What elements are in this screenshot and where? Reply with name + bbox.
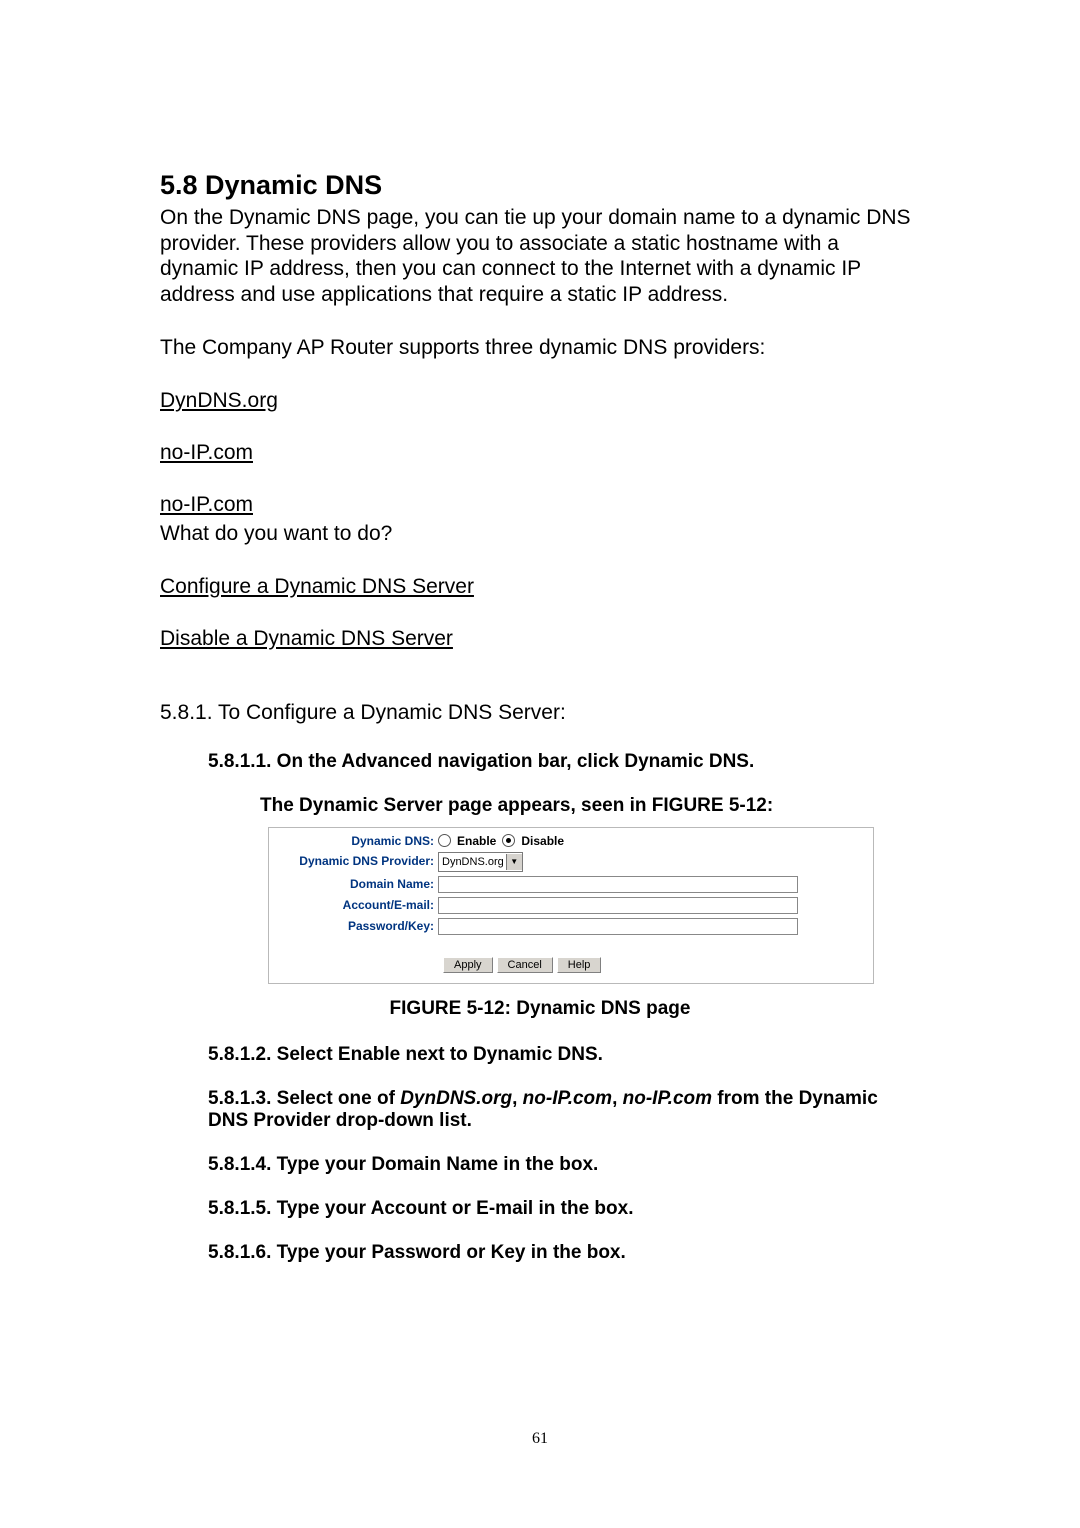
- select-provider-value: DynDNS.org: [442, 856, 506, 868]
- prompt-question: What do you want to do?: [160, 521, 920, 547]
- label-provider: Dynamic DNS Provider:: [269, 855, 438, 868]
- step-5-8-1-1-line1: 5.8.1.1. On the Advanced navigation bar,…: [160, 751, 920, 773]
- radio-enable[interactable]: [438, 834, 451, 847]
- label-domain-name: Domain Name:: [269, 877, 438, 891]
- step-5-8-1-3-i1: DynDNS.org: [400, 1088, 512, 1109]
- link-disable-ddns[interactable]: Disable a Dynamic DNS Server: [160, 627, 453, 651]
- input-account-email[interactable]: [438, 897, 798, 914]
- page-number: 61: [0, 1430, 1080, 1448]
- link-noip-1[interactable]: no-IP.com: [160, 441, 253, 465]
- help-button[interactable]: Help: [557, 957, 602, 973]
- step-5-8-1-6: 5.8.1.6. Type your Password or Key in th…: [160, 1242, 920, 1264]
- link-configure-ddns[interactable]: Configure a Dynamic DNS Server: [160, 575, 474, 599]
- label-dynamic-dns: Dynamic DNS:: [269, 834, 438, 848]
- input-domain-name[interactable]: [438, 876, 798, 893]
- cancel-button[interactable]: Cancel: [497, 957, 553, 973]
- section-heading: 5.8 Dynamic DNS: [160, 170, 920, 201]
- link-noip-2[interactable]: no-IP.com: [160, 493, 253, 517]
- figure-5-12: Dynamic DNS: Enable Disable Dynamic DNS …: [268, 827, 874, 984]
- chevron-down-icon: ▼: [506, 854, 522, 870]
- step-5-8-1-3-i3: no-IP.com: [623, 1088, 712, 1109]
- apply-button[interactable]: Apply: [443, 957, 493, 973]
- select-provider[interactable]: DynDNS.org ▼: [438, 852, 523, 872]
- step-5-8-1-1-line2: The Dynamic Server page appears, seen in…: [160, 795, 920, 817]
- subsection-heading-581: 5.8.1. To Configure a Dynamic DNS Server…: [160, 701, 920, 725]
- label-password-key: Password/Key:: [269, 919, 438, 933]
- radio-disable[interactable]: [502, 834, 515, 847]
- link-dyndns[interactable]: DynDNS.org: [160, 389, 278, 413]
- radio-enable-label: Enable: [457, 834, 496, 848]
- step-5-8-1-5: 5.8.1.5. Type your Account or E-mail in …: [160, 1198, 920, 1220]
- label-account-email: Account/E-mail:: [269, 898, 438, 912]
- step-5-8-1-3-c2: ,: [612, 1088, 623, 1109]
- step-5-8-1-3-i2: no-IP.com: [523, 1088, 612, 1109]
- step-5-8-1-3-pre: 5.8.1.3. Select one of: [208, 1088, 400, 1109]
- radio-disable-label: Disable: [521, 834, 564, 848]
- document-page: 5.8 Dynamic DNS On the Dynamic DNS page,…: [0, 0, 1080, 1528]
- step-5-8-1-3: 5.8.1.3. Select one of DynDNS.org, no-IP…: [160, 1088, 920, 1132]
- intro-paragraph-2: The Company AP Router supports three dyn…: [160, 335, 920, 361]
- step-5-8-1-4: 5.8.1.4. Type your Domain Name in the bo…: [160, 1154, 920, 1176]
- step-5-8-1-2: 5.8.1.2. Select Enable next to Dynamic D…: [160, 1044, 920, 1066]
- figure-caption: FIGURE 5-12: Dynamic DNS page: [160, 998, 920, 1020]
- intro-paragraph-1: On the Dynamic DNS page, you can tie up …: [160, 205, 920, 307]
- step-5-8-1-3-c1: ,: [512, 1088, 523, 1109]
- input-password-key[interactable]: [438, 918, 798, 935]
